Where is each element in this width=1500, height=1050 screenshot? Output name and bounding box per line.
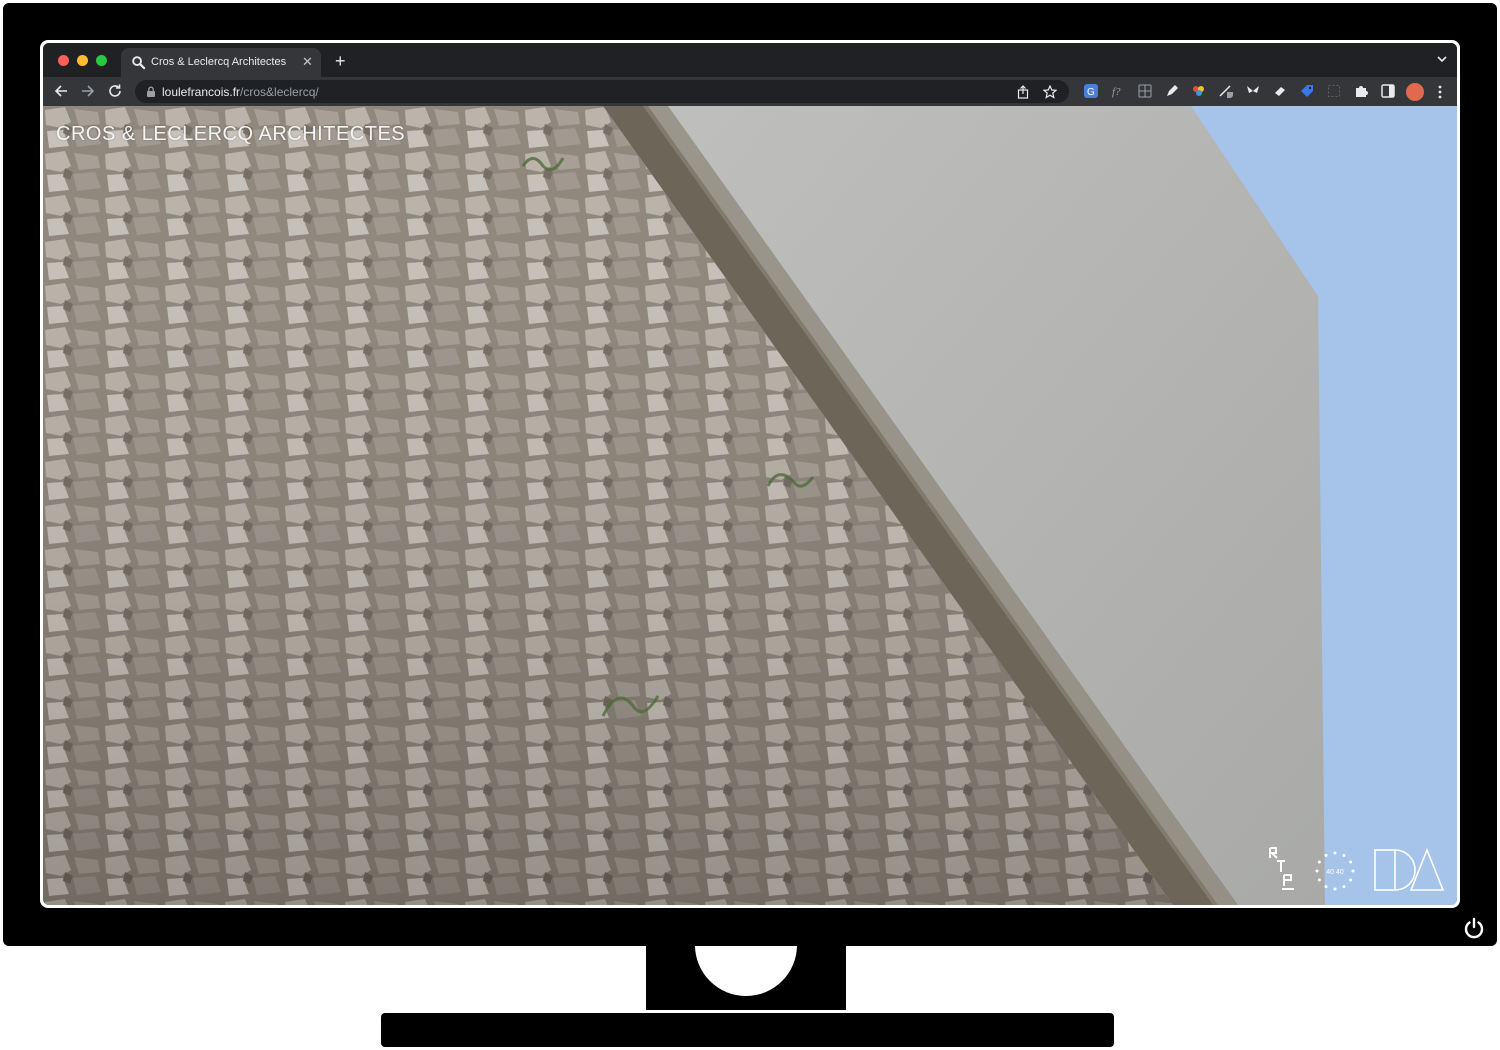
ida-logo[interactable] bbox=[1373, 848, 1445, 892]
window-minimize-button[interactable] bbox=[77, 55, 88, 66]
puzzle-icon[interactable] bbox=[1354, 84, 1368, 98]
browser-window: Cros & Leclercq Architectes ✕ + loulefra… bbox=[43, 43, 1457, 905]
sidepanel-icon[interactable] bbox=[1381, 84, 1395, 98]
forward-icon[interactable] bbox=[80, 83, 96, 99]
monitor-stand-base bbox=[381, 1013, 1114, 1047]
web-page: CROS & LECLERCQ ARCHITECTES 40 40 bbox=[43, 106, 1457, 905]
svg-text:f?: f? bbox=[1112, 86, 1121, 98]
fx-icon[interactable]: f? bbox=[1111, 84, 1125, 98]
profile-avatar[interactable] bbox=[1406, 83, 1424, 101]
grid-icon[interactable] bbox=[1138, 84, 1152, 98]
url-text: loulefrancois.fr/cros&leclercq/ bbox=[162, 85, 319, 99]
magnifier-icon bbox=[132, 56, 146, 70]
monitor-stand-neck bbox=[646, 946, 846, 1010]
ruler-icon[interactable] bbox=[1219, 84, 1233, 98]
site-title[interactable]: CROS & LECLERCQ ARCHITECTES bbox=[56, 123, 405, 146]
address-bar[interactable]: loulefrancois.fr/cros&leclercq/ bbox=[135, 80, 1069, 103]
reload-icon[interactable] bbox=[107, 83, 123, 99]
chevron-down-icon[interactable] bbox=[1437, 54, 1447, 64]
url-host: loulefrancois.fr bbox=[162, 85, 241, 99]
power-icon[interactable] bbox=[1462, 916, 1486, 940]
svg-text:G: G bbox=[1087, 87, 1095, 98]
eraser-icon[interactable] bbox=[1273, 84, 1287, 98]
svg-text:40 40: 40 40 bbox=[1326, 869, 1344, 876]
hero-photo bbox=[43, 106, 1457, 905]
tab-strip: Cros & Leclercq Architectes ✕ + bbox=[43, 43, 1457, 77]
rtp-logo[interactable] bbox=[1266, 846, 1298, 892]
eu-stars-logo[interactable]: 40 40 bbox=[1313, 849, 1357, 893]
lock-icon[interactable] bbox=[146, 86, 156, 97]
pen-icon[interactable] bbox=[1165, 84, 1179, 98]
window-maximize-button[interactable] bbox=[96, 55, 107, 66]
monitor-screen: Cros & Leclercq Architectes ✕ + loulefra… bbox=[40, 40, 1460, 908]
tab-title: Cros & Leclercq Architectes bbox=[151, 56, 287, 68]
star-icon[interactable] bbox=[1043, 85, 1057, 99]
moth-icon[interactable] bbox=[1246, 84, 1260, 98]
tab-close-icon[interactable]: ✕ bbox=[302, 54, 313, 70]
browser-toolbar: loulefrancois.fr/cros&leclercq/ G f? bbox=[43, 77, 1457, 106]
tag-icon[interactable] bbox=[1300, 84, 1314, 98]
url-path: /cros&leclercq/ bbox=[240, 85, 319, 99]
more-menu-icon[interactable] bbox=[1438, 85, 1442, 99]
back-icon[interactable] bbox=[53, 83, 69, 99]
color-picker-icon[interactable] bbox=[1192, 84, 1206, 98]
translate-icon[interactable]: G bbox=[1084, 84, 1098, 98]
selection-icon[interactable] bbox=[1327, 84, 1341, 98]
new-tab-button[interactable]: + bbox=[335, 52, 346, 70]
tab-active[interactable]: Cros & Leclercq Architectes ✕ bbox=[121, 48, 321, 77]
share-icon[interactable] bbox=[1016, 85, 1030, 99]
window-close-button[interactable] bbox=[58, 55, 69, 66]
